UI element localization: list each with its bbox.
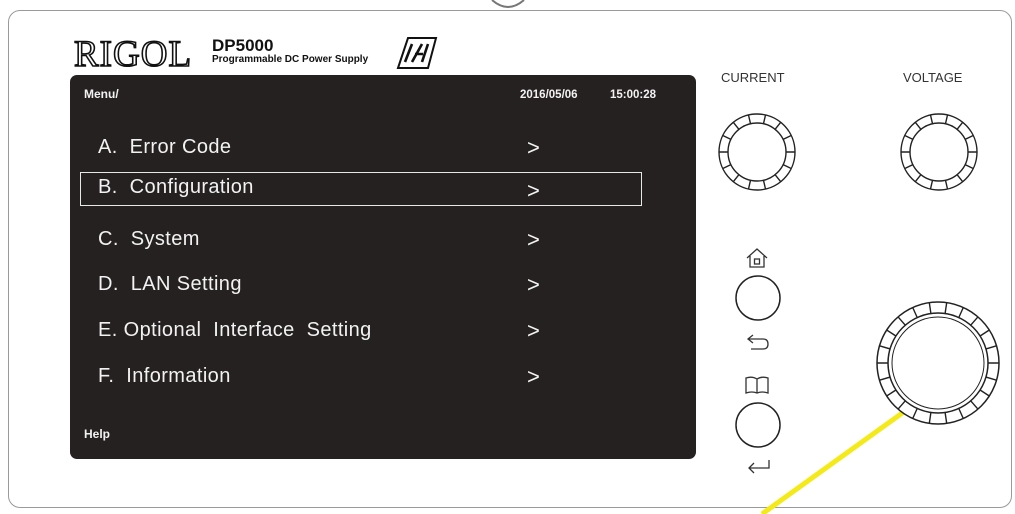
menu-item-label: C. System	[98, 228, 200, 250]
rotary-encoder-knob[interactable]	[873, 298, 1003, 428]
chevron-right-icon: >	[527, 135, 540, 160]
chevron-right-icon: >	[527, 178, 540, 203]
menu-item-label: F. Information	[98, 365, 231, 387]
menu-path: Menu/	[84, 87, 119, 101]
time-display: 15:00:28	[610, 89, 657, 101]
menu-item-label: E. Optional Interface Setting	[98, 319, 372, 341]
model-subtitle: Programmable DC Power Supply	[212, 54, 369, 65]
menu-item-label: B. Configuration	[98, 176, 254, 198]
current-knob-label: CURRENT	[721, 70, 785, 85]
menu-item-configuration[interactable]: B. Configuration >	[80, 172, 642, 206]
menu-item-optional-interface-setting[interactable]: E. Optional Interface Setting >	[80, 315, 642, 349]
model-name: DP5000	[212, 36, 274, 55]
menu-item-lan-setting[interactable]: D. LAN Setting >	[80, 269, 642, 303]
chevron-right-icon: >	[527, 318, 540, 343]
menu-item-error-code[interactable]: A. Error Code >	[80, 132, 642, 166]
home-icon	[746, 248, 768, 268]
chevron-right-icon: >	[527, 272, 540, 297]
current-knob[interactable]	[715, 110, 799, 194]
home-back-button[interactable]	[733, 273, 783, 323]
lcd-screen: Menu/ 2016/05/06 15:00:28 A. Error Code …	[70, 75, 696, 459]
back-arrow-icon	[746, 334, 769, 350]
top-notch	[491, 0, 525, 8]
lxi-logo	[396, 37, 438, 69]
voltage-knob[interactable]	[897, 110, 981, 194]
voltage-knob-label: VOLTAGE	[903, 70, 963, 85]
book-icon	[745, 376, 769, 394]
menu-item-label: D. LAN Setting	[98, 273, 242, 295]
enter-icon	[748, 460, 770, 474]
menu-item-label: A. Error Code	[98, 136, 232, 158]
date-display: 2016/05/06	[520, 89, 578, 101]
chevron-right-icon: >	[527, 364, 540, 389]
help-enter-button[interactable]	[733, 400, 783, 450]
rigol-logo: RIGOL	[73, 34, 193, 75]
chevron-right-icon: >	[527, 227, 540, 252]
help-softkey-label: Help	[84, 427, 111, 441]
menu-item-system[interactable]: C. System >	[80, 224, 642, 258]
menu-item-information[interactable]: F. Information >	[80, 361, 642, 395]
